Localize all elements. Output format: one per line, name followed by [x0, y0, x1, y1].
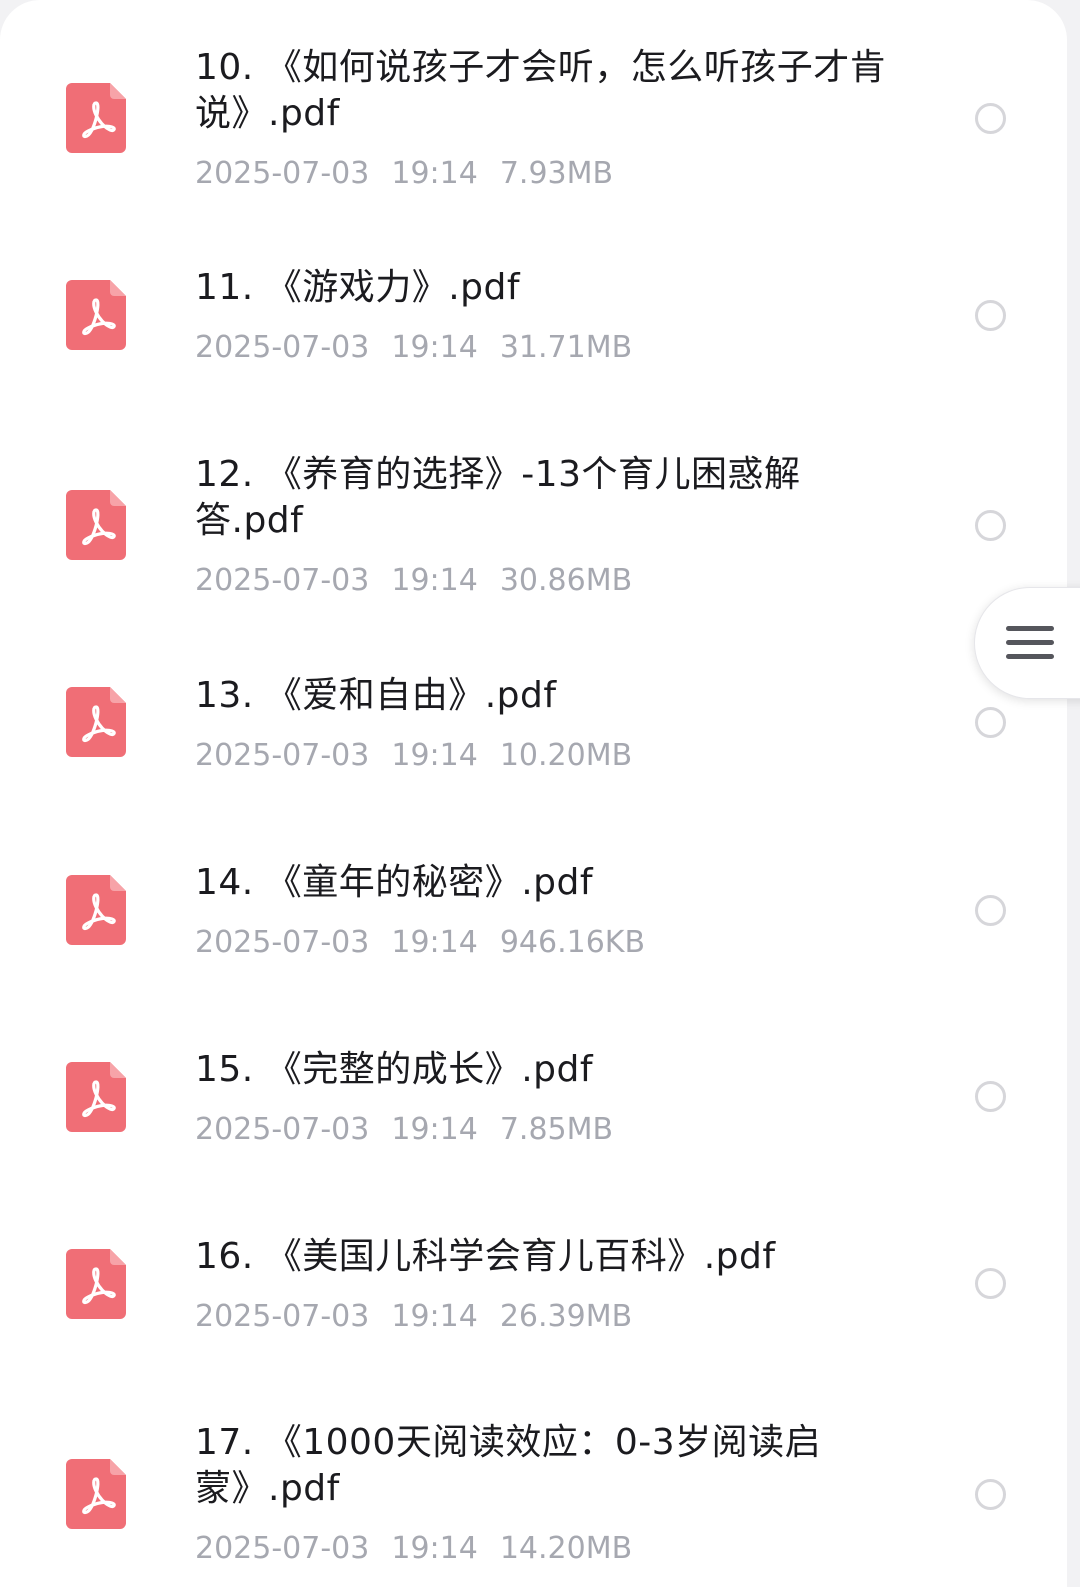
- file-list-panel: 10. 《如何说孩子才会听，怎么听孩子才肯说》.pdf 2025-07-03 19…: [0, 0, 1067, 1587]
- select-radio[interactable]: [975, 1479, 1006, 1510]
- select-radio[interactable]: [975, 300, 1006, 331]
- file-name: 17. 《1000天阅读效应：0-3岁阅读启蒙》.pdf: [195, 1422, 822, 1509]
- list-item[interactable]: 15. 《完整的成长》.pdf 2025-07-03 19:14 7.85MB: [0, 1020, 1067, 1205]
- pdf-icon: [66, 490, 126, 560]
- file-date: 2025-07-03: [195, 1531, 370, 1566]
- file-size: 946.16KB: [499, 925, 646, 960]
- file-time: 19:14: [391, 925, 478, 960]
- file-date: 2025-07-03: [195, 738, 370, 773]
- file-name: 11. 《游戏力》.pdf: [195, 267, 521, 308]
- file-size: 30.86MB: [499, 563, 633, 598]
- file-meta: 2025-07-03 19:14 30.86MB: [195, 563, 654, 599]
- file-meta: 2025-07-03 19:14 946.16KB: [195, 925, 667, 961]
- list-item[interactable]: 10. 《如何说孩子才会听，怎么听孩子才肯说》.pdf 2025-07-03 19…: [0, 0, 1067, 210]
- floating-menu-button[interactable]: [974, 587, 1080, 699]
- file-name: 10. 《如何说孩子才会听，怎么听孩子才肯说》.pdf: [195, 47, 887, 134]
- file-time: 19:14: [391, 738, 478, 773]
- file-meta: 2025-07-03 19:14 10.20MB: [195, 738, 654, 774]
- select-radio[interactable]: [975, 103, 1006, 134]
- file-time: 19:14: [391, 330, 478, 365]
- file-meta: 2025-07-03 19:14 31.71MB: [195, 330, 654, 366]
- file-size: 14.20MB: [499, 1531, 633, 1566]
- file-size: 26.39MB: [499, 1299, 633, 1334]
- file-size: 10.20MB: [499, 738, 633, 773]
- pdf-icon: [66, 687, 126, 757]
- file-date: 2025-07-03: [195, 156, 370, 191]
- file-name: 14. 《童年的秘密》.pdf: [195, 862, 594, 903]
- file-meta: 2025-07-03 19:14 7.93MB: [195, 156, 635, 192]
- file-date: 2025-07-03: [195, 1299, 370, 1334]
- file-size: 31.71MB: [499, 330, 633, 365]
- list-item[interactable]: 13. 《爱和自由》.pdf 2025-07-03 19:14 10.20MB: [0, 640, 1067, 830]
- file-date: 2025-07-03: [195, 563, 370, 598]
- file-meta: 2025-07-03 19:14 26.39MB: [195, 1299, 654, 1335]
- pdf-icon: [66, 1062, 126, 1132]
- file-size: 7.93MB: [499, 156, 614, 191]
- list-item[interactable]: 14. 《童年的秘密》.pdf 2025-07-03 19:14 946.16KB: [0, 830, 1067, 1020]
- file-list: 10. 《如何说孩子才会听，怎么听孩子才肯说》.pdf 2025-07-03 19…: [0, 0, 1067, 1587]
- file-time: 19:14: [391, 1299, 478, 1334]
- file-date: 2025-07-03: [195, 1112, 370, 1147]
- file-size: 7.85MB: [499, 1112, 614, 1147]
- file-name: 13. 《爱和自由》.pdf: [195, 675, 557, 716]
- pdf-icon: [66, 1459, 126, 1529]
- select-radio[interactable]: [975, 510, 1006, 541]
- select-radio[interactable]: [975, 1268, 1006, 1299]
- file-time: 19:14: [391, 1112, 478, 1147]
- pdf-icon: [66, 280, 126, 350]
- select-radio[interactable]: [975, 895, 1006, 926]
- file-name: 12. 《养育的选择》-13个育儿困惑解答.pdf: [195, 454, 801, 541]
- select-radio[interactable]: [975, 1081, 1006, 1112]
- file-time: 19:14: [391, 156, 478, 191]
- file-time: 19:14: [391, 563, 478, 598]
- pdf-icon: [66, 83, 126, 153]
- list-item[interactable]: 17. 《1000天阅读效应：0-3岁阅读启蒙》.pdf 2025-07-03 1…: [0, 1395, 1067, 1587]
- file-name: 16. 《美国儿科学会育儿百科》.pdf: [195, 1236, 776, 1277]
- select-radio[interactable]: [975, 707, 1006, 738]
- pdf-icon: [66, 1249, 126, 1319]
- file-date: 2025-07-03: [195, 925, 370, 960]
- file-meta: 2025-07-03 19:14 14.20MB: [195, 1531, 654, 1567]
- file-name: 15. 《完整的成长》.pdf: [195, 1049, 594, 1090]
- list-item[interactable]: 12. 《养育的选择》-13个育儿困惑解答.pdf 2025-07-03 19:1…: [0, 410, 1067, 640]
- pdf-icon: [66, 875, 126, 945]
- list-item[interactable]: 11. 《游戏力》.pdf 2025-07-03 19:14 31.71MB: [0, 210, 1067, 410]
- file-time: 19:14: [391, 1531, 478, 1566]
- file-meta: 2025-07-03 19:14 7.85MB: [195, 1112, 635, 1148]
- file-date: 2025-07-03: [195, 330, 370, 365]
- list-item[interactable]: 16. 《美国儿科学会育儿百科》.pdf 2025-07-03 19:14 26.3…: [0, 1205, 1067, 1395]
